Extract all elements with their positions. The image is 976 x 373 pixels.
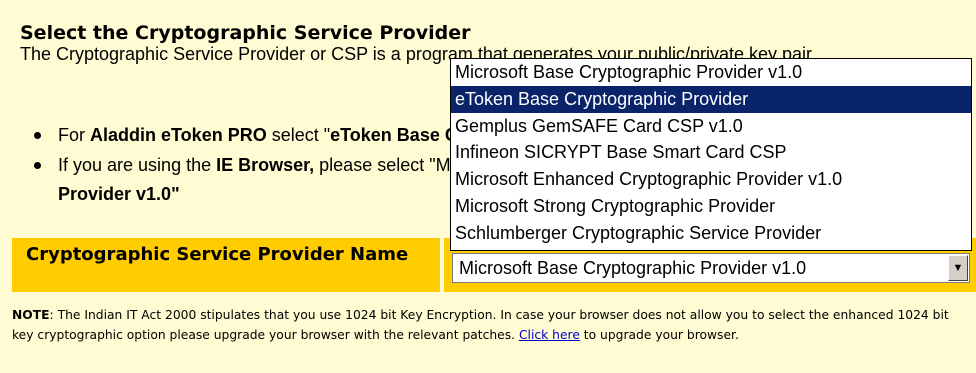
csp-selected-value: Microsoft Base Cryptographic Provider v1… bbox=[459, 258, 807, 278]
dropdown-option[interactable]: Microsoft Base Cryptographic Provider v1… bbox=[451, 59, 971, 86]
note-text: NOTE: The Indian IT Act 2000 stipulates … bbox=[12, 308, 949, 342]
dropdown-option[interactable]: Schlumberger Cryptographic Service Provi… bbox=[451, 220, 971, 247]
dropdown-option[interactable]: Microsoft Enhanced Cryptographic Provide… bbox=[451, 166, 971, 193]
csp-label: Cryptographic Service Provider Name bbox=[12, 238, 440, 292]
dropdown-option[interactable]: Gemplus GemSAFE Card CSP v1.0 bbox=[451, 113, 971, 140]
dropdown-arrow-button[interactable]: ▼ bbox=[948, 255, 968, 281]
browser-name: IE Browser, bbox=[216, 155, 315, 175]
chevron-down-icon: ▼ bbox=[952, 262, 964, 274]
csp-select[interactable]: Microsoft Base Cryptographic Provider v1… bbox=[452, 253, 970, 283]
dropdown-option[interactable]: Infineon SICRYPT Base Smart Card CSP bbox=[451, 139, 971, 166]
token-name: Aladdin eToken PRO bbox=[90, 125, 267, 145]
page-title: Select the Cryptographic Service Provide… bbox=[20, 22, 471, 44]
upgrade-link[interactable]: Click here bbox=[519, 328, 580, 342]
dropdown-option-highlighted[interactable]: eToken Base Cryptographic Provider bbox=[451, 85, 971, 113]
csp-dropdown-list[interactable]: Microsoft Base Cryptographic Provider v1… bbox=[450, 58, 972, 251]
dropdown-option[interactable]: Microsoft Strong Cryptographic Provider bbox=[451, 193, 971, 220]
